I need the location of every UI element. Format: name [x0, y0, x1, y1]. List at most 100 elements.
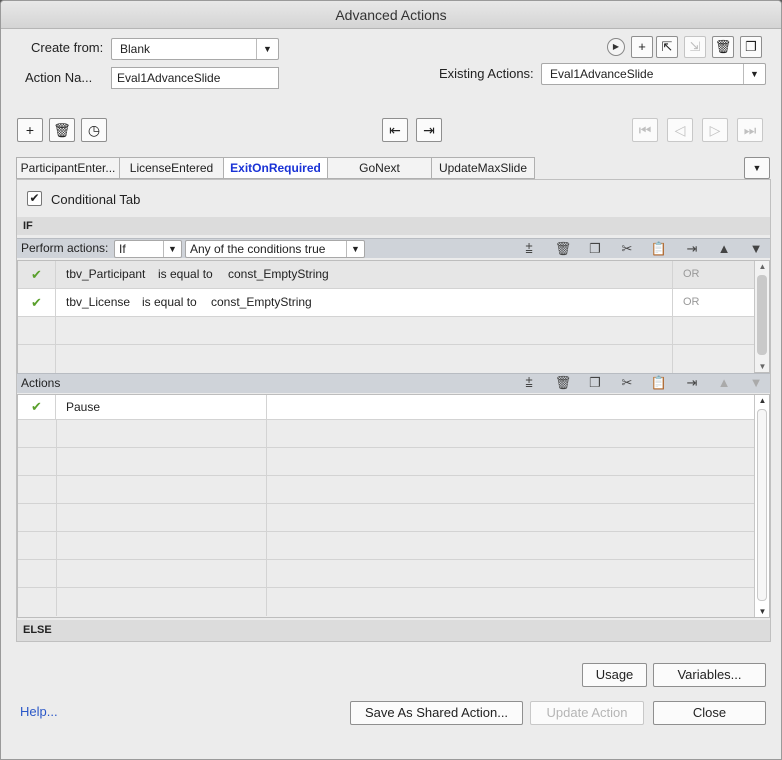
- previous-decision-icon[interactable]: ◁: [667, 118, 693, 142]
- if-section-label: IF: [17, 217, 770, 235]
- create-from-dropdown[interactable]: Blank ▼: [111, 38, 279, 60]
- conditions-scrollbar[interactable]: ▲ ▼: [754, 261, 769, 372]
- tab-exit-on-required[interactable]: ExitOnRequired: [223, 157, 327, 179]
- scroll-down-icon[interactable]: ▼: [755, 607, 770, 616]
- perform-mode-dropdown[interactable]: If ▼: [114, 240, 182, 258]
- column-divider: [56, 532, 57, 560]
- table-row[interactable]: [18, 448, 754, 476]
- column-divider: [266, 504, 267, 532]
- help-link[interactable]: Help...: [20, 704, 58, 719]
- scroll-up-icon[interactable]: ▲: [755, 262, 770, 271]
- duplicate-decision-button[interactable]: ◷: [81, 118, 107, 142]
- tab-go-next[interactable]: GoNext: [327, 157, 431, 179]
- row-check-cell: [18, 345, 56, 373]
- row-check-icon: ✔: [18, 289, 56, 317]
- copy-row-icon[interactable]: ❐: [586, 375, 604, 391]
- condition-logic-dropdown[interactable]: Any of the conditions true ▼: [185, 240, 365, 258]
- insert-decision-before-icon[interactable]: ⇤: [382, 118, 408, 142]
- conditional-tab-checkbox[interactable]: ✔: [27, 191, 42, 206]
- table-row[interactable]: [18, 504, 754, 532]
- add-decision-button[interactable]: +: [17, 118, 43, 142]
- first-decision-icon[interactable]: ⏮: [632, 118, 658, 142]
- add-action-icon[interactable]: +: [631, 36, 653, 58]
- delete-row-icon[interactable]: 🗑: [554, 375, 572, 391]
- add-row-icon[interactable]: ⩲: [520, 375, 538, 391]
- condition-join: OR: [672, 261, 754, 289]
- condition-operator: is equal to: [142, 295, 197, 309]
- scroll-thumb[interactable]: [757, 275, 767, 355]
- tab-update-max-slide[interactable]: UpdateMaxSlide: [431, 157, 535, 179]
- existing-actions-value: Eval1AdvanceSlide: [550, 67, 654, 81]
- cut-row-icon[interactable]: ✂: [618, 241, 636, 257]
- condition-value: const_EmptyString: [228, 267, 329, 281]
- row-check-icon: ✔: [18, 261, 56, 289]
- perform-mode-value: If: [119, 242, 126, 256]
- table-row[interactable]: [18, 476, 754, 504]
- tabs-overflow-chevron-icon[interactable]: ▼: [744, 157, 770, 179]
- variables-button[interactable]: Variables...: [653, 663, 766, 687]
- usage-button[interactable]: Usage: [582, 663, 647, 687]
- actions-scrollbar[interactable]: ▲ ▼: [754, 395, 769, 617]
- export-action-icon[interactable]: ⇲: [684, 36, 706, 58]
- copy-row-icon[interactable]: ❐: [586, 241, 604, 257]
- move-down-icon[interactable]: ▼: [747, 241, 765, 256]
- column-divider: [56, 588, 57, 616]
- window-title: Advanced Actions: [1, 1, 781, 29]
- move-up-icon[interactable]: ▲: [715, 375, 733, 390]
- delete-action-icon[interactable]: 🗑: [712, 36, 734, 58]
- update-action-button[interactable]: Update Action: [530, 701, 644, 725]
- import-action-icon[interactable]: ⇱: [656, 36, 678, 58]
- tab-participant-entered[interactable]: ParticipantEnter...: [16, 157, 119, 179]
- action-name: Pause: [66, 400, 101, 414]
- paste-row-icon[interactable]: 📋: [650, 375, 668, 391]
- cut-row-icon[interactable]: ✂: [618, 375, 636, 391]
- scroll-thumb[interactable]: [757, 409, 767, 601]
- row-check-cell: [18, 317, 56, 345]
- scroll-down-icon[interactable]: ▼: [755, 362, 770, 371]
- column-divider: [56, 560, 57, 588]
- next-decision-icon[interactable]: ▷: [702, 118, 728, 142]
- existing-actions-dropdown[interactable]: Eval1AdvanceSlide ▼: [541, 63, 766, 85]
- paste-row-icon[interactable]: 📋: [650, 241, 668, 257]
- perform-actions-label: Perform actions:: [21, 241, 109, 255]
- column-divider: [56, 448, 57, 476]
- table-row[interactable]: [18, 345, 754, 373]
- decision-panel: ✔ Conditional Tab IF Perform actions: If…: [16, 179, 771, 642]
- conditional-tab-label: Conditional Tab: [51, 192, 141, 207]
- insert-row-icon[interactable]: ⇥: [683, 241, 701, 257]
- advanced-actions-dialog: Advanced Actions Create from: Blank ▼ Ac…: [0, 0, 782, 760]
- table-row[interactable]: [18, 420, 754, 448]
- column-divider: [56, 504, 57, 532]
- table-row[interactable]: ✔ Pause: [18, 395, 754, 420]
- column-divider: [56, 476, 57, 504]
- insert-decision-after-icon[interactable]: ⇥: [416, 118, 442, 142]
- table-row[interactable]: ✔ tbv_Participant is equal to const_Empt…: [18, 261, 754, 289]
- move-down-icon[interactable]: ▼: [747, 375, 765, 390]
- delete-row-icon[interactable]: 🗑: [554, 241, 572, 257]
- preview-play-icon[interactable]: ▶: [607, 38, 625, 56]
- column-divider: [266, 448, 267, 476]
- add-row-icon[interactable]: ⩲: [520, 241, 538, 257]
- table-row[interactable]: [18, 588, 754, 617]
- close-button[interactable]: Close: [653, 701, 766, 725]
- table-row[interactable]: [18, 532, 754, 560]
- duplicate-action-icon[interactable]: ❐: [740, 36, 762, 58]
- last-decision-icon[interactable]: ⏭: [737, 118, 763, 142]
- move-up-icon[interactable]: ▲: [715, 241, 733, 256]
- delete-decision-button[interactable]: 🗑: [49, 118, 75, 142]
- table-row[interactable]: ✔ tbv_License is equal to const_EmptyStr…: [18, 289, 754, 317]
- condition-logic-value: Any of the conditions true: [190, 242, 326, 256]
- table-row[interactable]: [18, 317, 754, 345]
- conditions-grid: ✔ tbv_Participant is equal to const_Empt…: [17, 260, 770, 373]
- action-name-field[interactable]: Eval1AdvanceSlide: [111, 67, 279, 89]
- column-divider: [266, 588, 267, 616]
- tab-license-entered[interactable]: LicenseEntered: [119, 157, 223, 179]
- insert-row-icon[interactable]: ⇥: [683, 375, 701, 391]
- condition-join-cell: [672, 345, 754, 373]
- table-row[interactable]: [18, 560, 754, 588]
- condition-variable: tbv_License: [66, 295, 131, 309]
- create-from-label: Create from:: [31, 40, 104, 55]
- action-name-label: Action Na...: [25, 70, 93, 85]
- save-as-shared-action-button[interactable]: Save As Shared Action...: [350, 701, 523, 725]
- scroll-up-icon[interactable]: ▲: [755, 396, 770, 405]
